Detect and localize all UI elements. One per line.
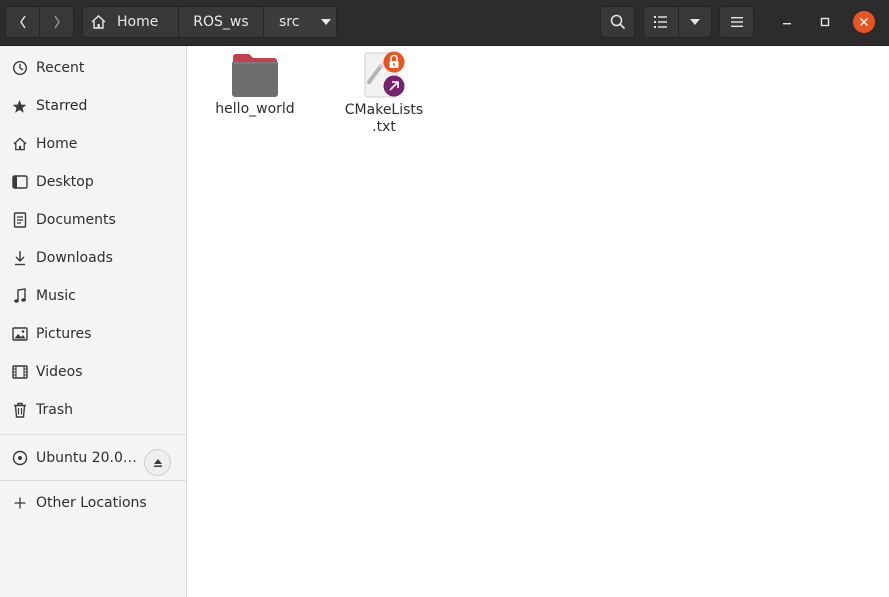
file-item-hello-world[interactable]: hello_world (205, 46, 305, 118)
sidebar-item-label: Trash (36, 402, 73, 418)
breadcrumb-item-ros-ws[interactable]: ROS_ws (179, 7, 264, 37)
sidebar: Recent Starred Home Desktop Documents Do… (0, 46, 187, 597)
sidebar-item-label: Downloads (36, 250, 113, 266)
maximize-icon (820, 17, 830, 27)
sidebar-item-videos[interactable]: Videos (0, 353, 186, 391)
sidebar-item-label: Ubuntu 20.0… (36, 450, 137, 466)
sidebar-item-downloads[interactable]: Downloads (0, 239, 186, 277)
sidebar-item-trash[interactable]: Trash (0, 391, 186, 429)
sidebar-item-ubuntu-device[interactable]: Ubuntu 20.0… (0, 438, 186, 478)
sidebar-item-label: Other Locations (36, 495, 147, 511)
sidebar-item-label: Recent (36, 60, 85, 76)
minimize-icon (783, 23, 791, 25)
close-button[interactable] (853, 11, 875, 33)
file-view[interactable]: hello_world CMakeLists .txt (187, 46, 889, 597)
sidebar-item-label: Pictures (36, 326, 92, 342)
view-options-button[interactable] (678, 6, 712, 38)
file-item-cmakelists[interactable]: CMakeLists .txt (334, 46, 434, 136)
breadcrumb: Home ROS_ws src (82, 6, 337, 38)
picture-icon (11, 326, 28, 343)
close-icon (859, 17, 869, 27)
breadcrumb-item-label: ROS_ws (193, 14, 249, 30)
sidebar-item-other-locations[interactable]: Other Locations (0, 484, 186, 522)
header-bar: Home ROS_ws src (0, 0, 889, 46)
text-file-icon (361, 51, 407, 100)
list-view-button[interactable] (643, 6, 679, 38)
minimize-button[interactable] (776, 11, 798, 33)
sidebar-separator (0, 480, 186, 481)
main-menu-button[interactable] (719, 6, 754, 38)
list-view-icon (654, 16, 667, 28)
home-icon (91, 15, 106, 29)
home-icon (11, 136, 28, 153)
sidebar-item-label: Documents (36, 212, 116, 228)
chevron-down-icon[interactable] (321, 19, 332, 25)
desktop-icon (11, 174, 28, 191)
sidebar-item-label: Desktop (36, 174, 94, 190)
sidebar-item-label: Starred (36, 98, 88, 114)
folder-icon (231, 53, 279, 99)
disc-icon (11, 450, 28, 467)
sidebar-item-home[interactable]: Home (0, 125, 186, 163)
maximize-button[interactable] (814, 11, 836, 33)
sidebar-item-label: Videos (36, 364, 83, 380)
back-button[interactable] (5, 6, 40, 38)
sidebar-item-music[interactable]: Music (0, 277, 186, 315)
search-icon (610, 14, 625, 30)
search-button[interactable] (600, 6, 635, 38)
sidebar-item-pictures[interactable]: Pictures (0, 315, 186, 353)
file-name: hello_world (215, 101, 295, 117)
document-icon (11, 212, 28, 229)
sidebar-item-documents[interactable]: Documents (0, 201, 186, 239)
sidebar-item-recent[interactable]: Recent (0, 49, 186, 87)
sidebar-item-label: Music (36, 288, 76, 304)
eject-icon (153, 458, 162, 467)
breadcrumb-item-label: src (279, 14, 300, 30)
breadcrumb-item-src[interactable]: src (264, 7, 336, 37)
sidebar-item-label: Home (36, 136, 78, 152)
star-icon (11, 98, 28, 115)
breadcrumb-home-label: Home (117, 14, 159, 30)
chevron-right-icon (53, 15, 60, 29)
clock-icon (11, 60, 28, 77)
sidebar-separator (0, 434, 186, 435)
sidebar-item-starred[interactable]: Starred (0, 87, 186, 125)
download-icon (11, 250, 28, 267)
video-icon (11, 364, 28, 381)
symlink-icon (383, 75, 405, 97)
trash-icon (11, 402, 28, 419)
breadcrumb-home[interactable]: Home (83, 7, 179, 37)
eject-button[interactable] (144, 449, 171, 476)
chevron-left-icon (19, 15, 26, 29)
hamburger-menu-icon (730, 17, 743, 27)
file-name: CMakeLists .txt (344, 102, 424, 135)
forward-button[interactable] (39, 6, 74, 38)
music-icon (11, 288, 28, 305)
lock-icon (383, 51, 405, 73)
sidebar-item-desktop[interactable]: Desktop (0, 163, 186, 201)
chevron-down-icon (690, 19, 700, 25)
plus-icon (11, 495, 28, 512)
